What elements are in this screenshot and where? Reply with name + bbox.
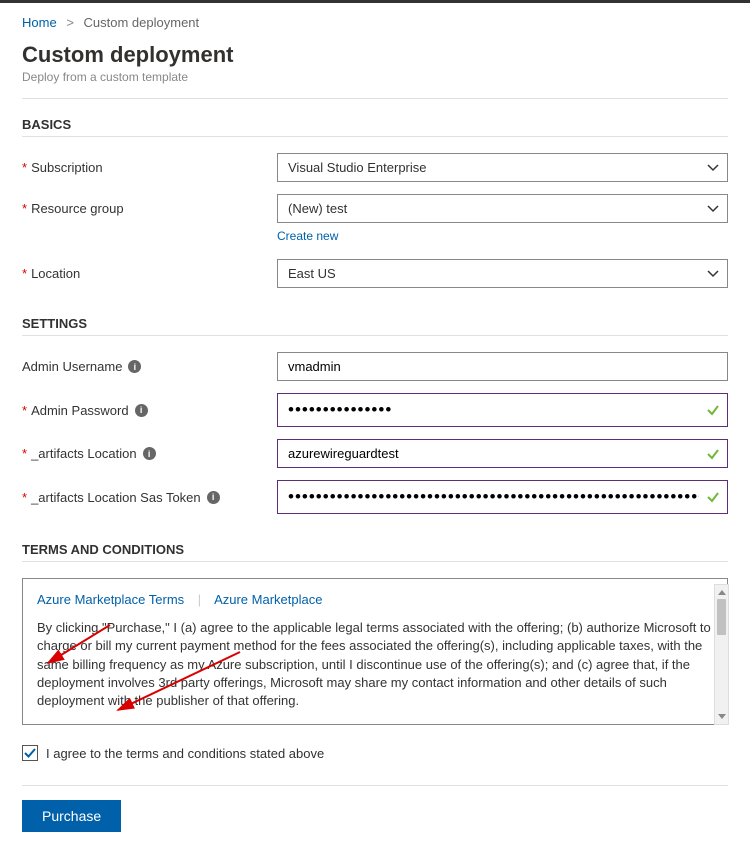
chevron-right-icon: > <box>66 15 74 30</box>
artifacts-sas-input[interactable] <box>277 480 728 514</box>
info-icon[interactable]: i <box>135 404 148 417</box>
section-basics-title: BASICS <box>22 113 728 132</box>
resource-group-label: *Resource group <box>22 201 277 216</box>
breadcrumb-current: Custom deployment <box>84 15 200 30</box>
check-icon <box>706 490 720 504</box>
admin-password-input[interactable] <box>277 393 728 427</box>
admin-password-label: *Admin Password i <box>22 403 277 418</box>
agree-checkbox[interactable] <box>22 745 38 761</box>
resource-group-select[interactable]: (New) test <box>277 194 728 223</box>
page-title: Custom deployment <box>22 42 728 68</box>
info-icon[interactable]: i <box>128 360 141 373</box>
check-icon <box>706 403 720 417</box>
admin-username-label: Admin Username i <box>22 359 277 374</box>
agree-label: I agree to the terms and conditions stat… <box>46 746 324 761</box>
admin-username-input[interactable] <box>277 352 728 381</box>
artifacts-sas-label: *_artifacts Location Sas Token i <box>22 490 277 505</box>
scroll-up-icon[interactable] <box>715 585 728 599</box>
artifacts-location-label: *_artifacts Location i <box>22 446 277 461</box>
section-settings-title: SETTINGS <box>22 312 728 331</box>
scrollbar[interactable] <box>714 584 729 725</box>
terms-body-text: By clicking "Purchase," I (a) agree to t… <box>37 619 713 710</box>
artifacts-location-input[interactable] <box>277 439 728 468</box>
scroll-down-icon[interactable] <box>715 710 728 724</box>
chevron-down-icon <box>707 270 719 278</box>
chevron-down-icon <box>707 164 719 172</box>
create-new-link[interactable]: Create new <box>277 229 338 243</box>
location-select[interactable]: East US <box>277 259 728 288</box>
purchase-button[interactable]: Purchase <box>22 800 121 832</box>
section-terms-title: TERMS AND CONDITIONS <box>22 538 728 557</box>
terms-link-marketplace-terms[interactable]: Azure Marketplace Terms <box>37 592 184 607</box>
scrollbar-thumb[interactable] <box>717 599 726 635</box>
breadcrumb-home[interactable]: Home <box>22 15 57 30</box>
check-icon <box>706 447 720 461</box>
info-icon[interactable]: i <box>143 447 156 460</box>
terms-box: Azure Marketplace Terms | Azure Marketpl… <box>22 578 728 725</box>
breadcrumb: Home > Custom deployment <box>22 15 728 30</box>
terms-link-marketplace[interactable]: Azure Marketplace <box>214 592 322 607</box>
subscription-label: *Subscription <box>22 160 277 175</box>
subscription-select[interactable]: Visual Studio Enterprise <box>277 153 728 182</box>
location-label: *Location <box>22 266 277 281</box>
chevron-down-icon <box>707 205 719 213</box>
page-subtitle: Deploy from a custom template <box>22 70 728 84</box>
info-icon[interactable]: i <box>207 491 220 504</box>
